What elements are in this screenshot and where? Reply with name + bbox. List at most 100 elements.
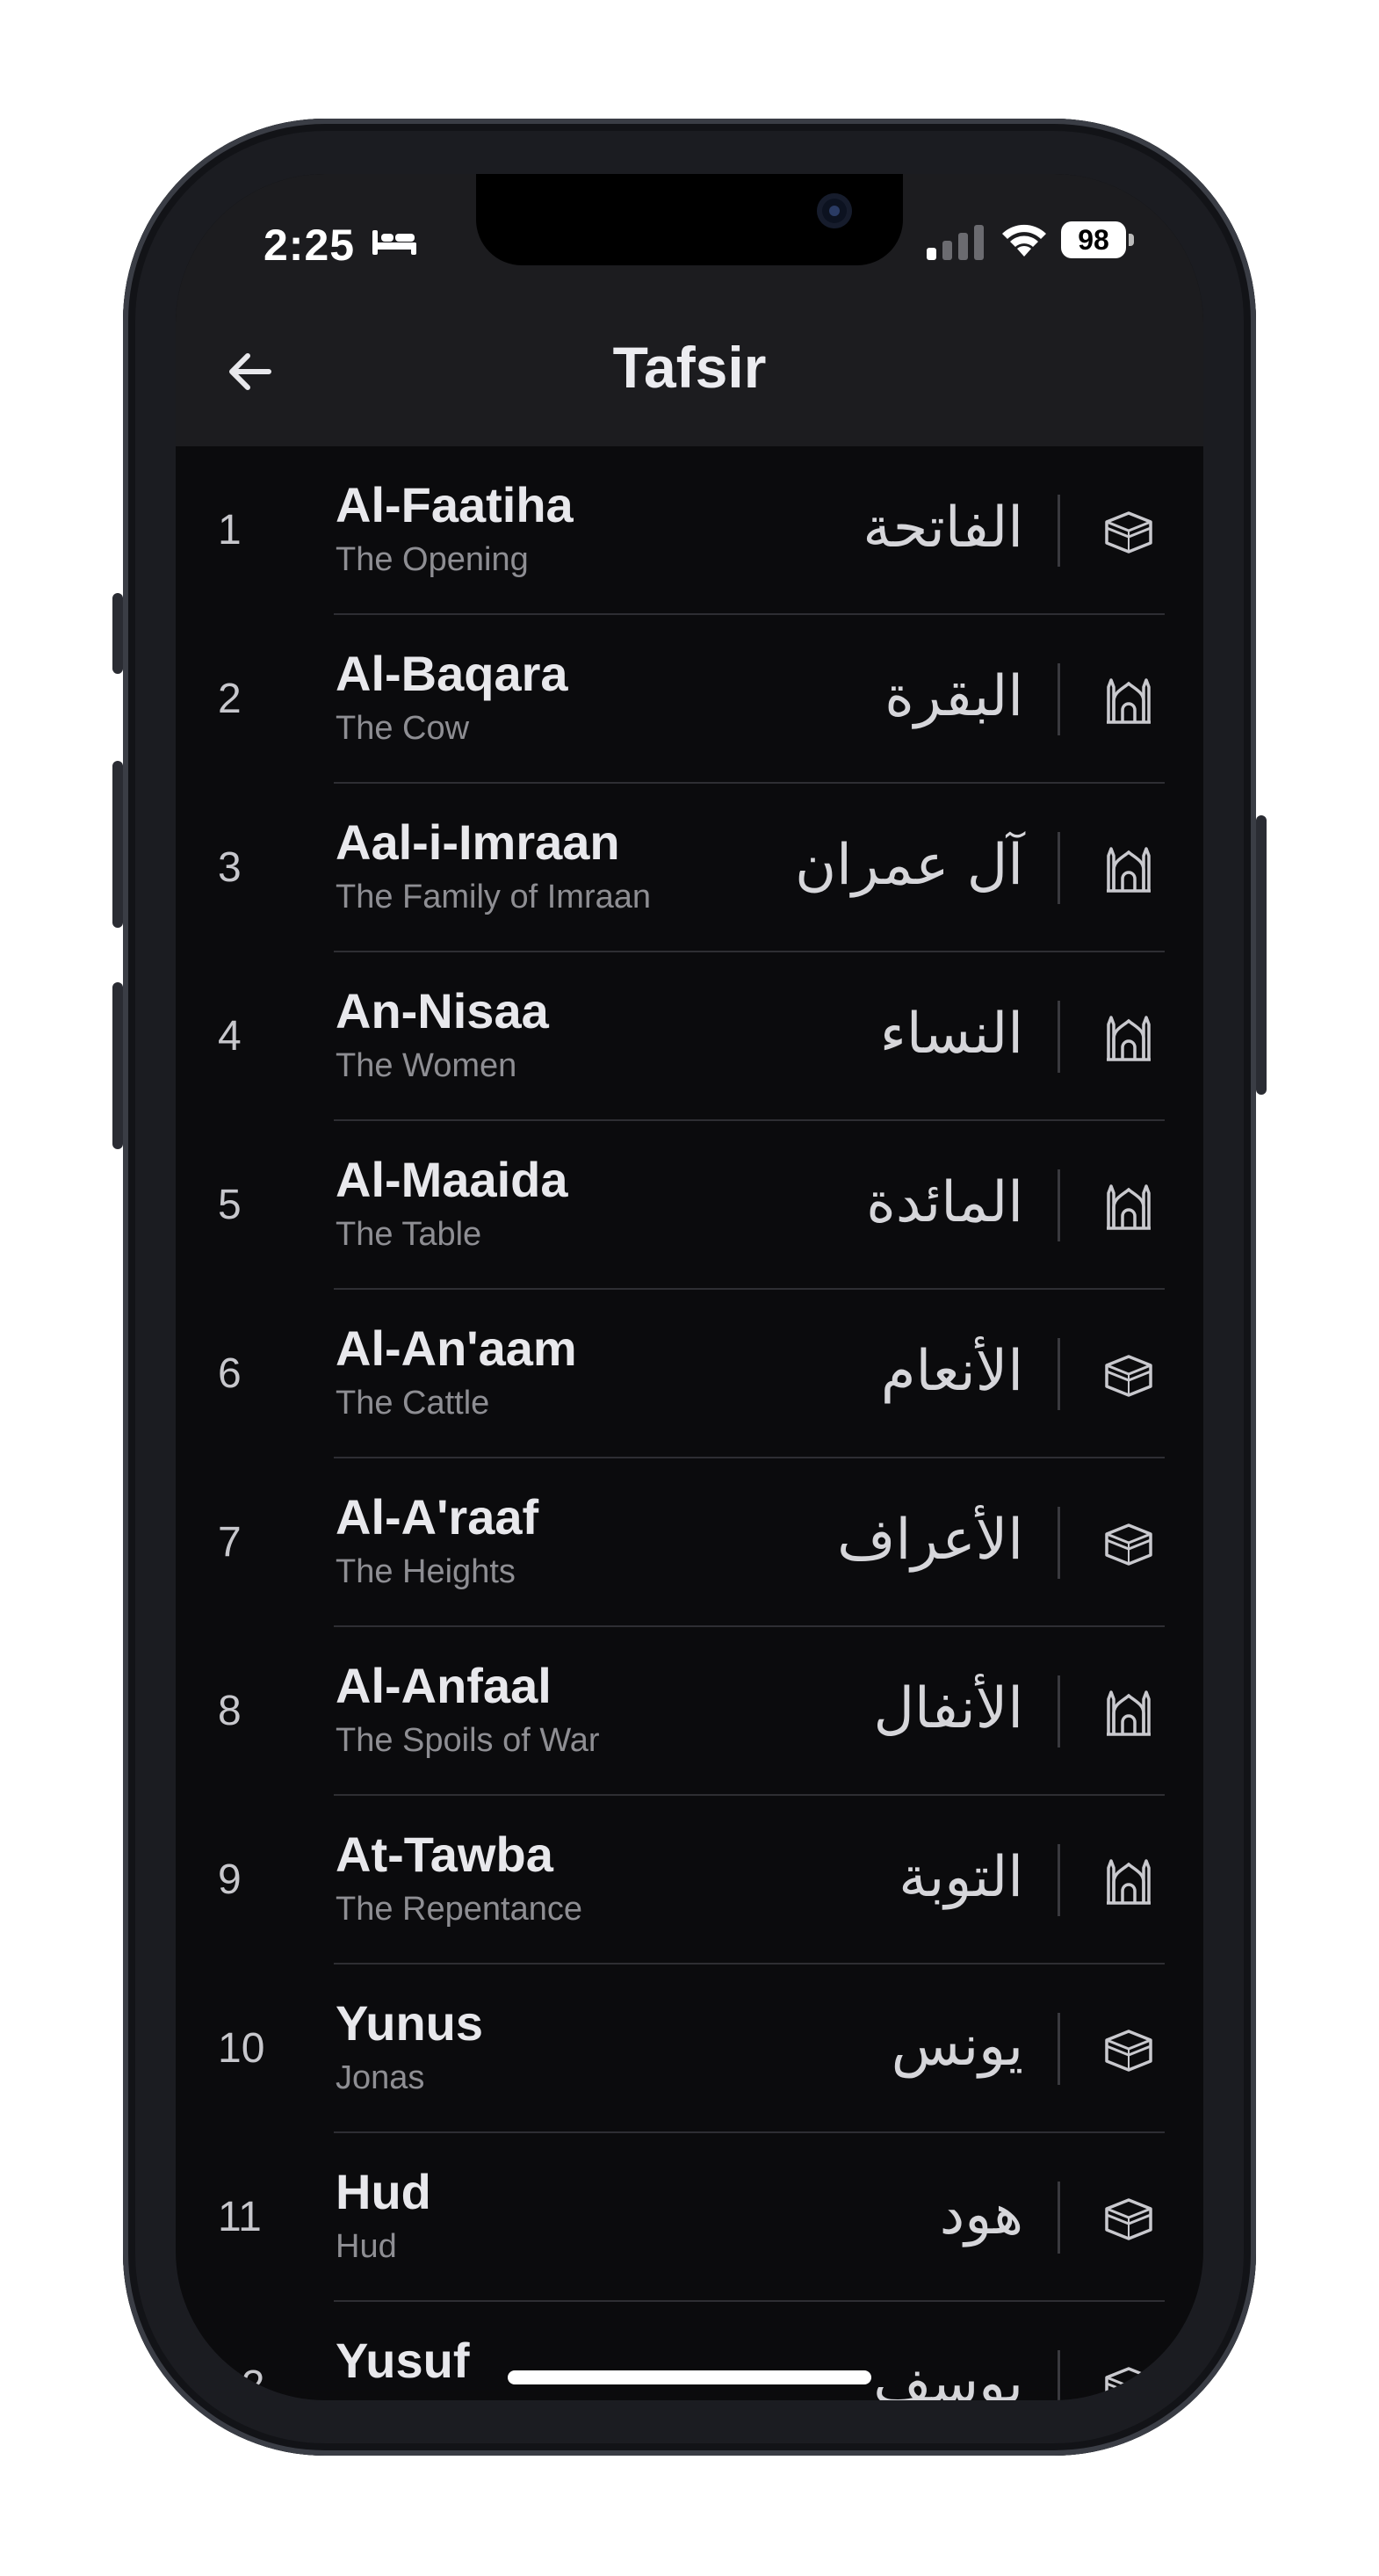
top-bar: 2:25 98 Tafsir [176, 174, 1203, 446]
surah-name: Aal-i-Imraan [336, 814, 620, 870]
list-item[interactable]: 10 Yunus Jonas يونس [176, 1965, 1203, 2133]
surah-arabic-name: الأعراف [837, 1508, 1023, 1573]
surah-number: 2 [218, 676, 242, 722]
surah-number: 9 [218, 1856, 242, 1903]
surah-arabic-name: آل عمران [795, 833, 1023, 898]
list-item[interactable]: 8 Al-Anfaal The Spoils of War الأنفال [176, 1627, 1203, 1796]
surah-translation: Joseph [336, 2397, 444, 2400]
surah-arabic-name: الأنفال [873, 1676, 1023, 1741]
surah-name: At-Tawba [336, 1827, 553, 1882]
surah-number: 1 [218, 507, 242, 554]
surah-translation: The Cattle [336, 1385, 490, 1422]
list-item[interactable]: 7 Al-A'raaf The Heights الأعراف [176, 1458, 1203, 1627]
surah-translation: Hud [336, 2228, 397, 2265]
surah-name: Al-Anfaal [336, 1658, 552, 1713]
surah-number: 10 [218, 2025, 265, 2072]
surah-name: Al-An'aam [336, 1321, 577, 1376]
list-item[interactable]: 1 Al-Faatiha The Opening الفاتحة [176, 446, 1203, 615]
divider [1058, 2013, 1060, 2085]
list-item[interactable]: 11 Hud Hud هود [176, 2133, 1203, 2302]
divider [1058, 1844, 1060, 1916]
surah-translation: The Repentance [336, 1891, 582, 1928]
surah-translation: The Family of Imraan [336, 879, 651, 915]
kaaba-icon [1101, 1348, 1156, 1402]
page-title: Tafsir [612, 335, 767, 400]
kaaba-icon [1101, 2191, 1156, 2246]
power-button [1256, 815, 1267, 1095]
kaaba-icon [1101, 2360, 1156, 2400]
screen: 2:25 98 Tafsir 1 Al-Faatiha The Opening الف… [176, 174, 1203, 2400]
surah-arabic-name: هود [939, 2182, 1023, 2247]
surah-arabic-name: النساء [879, 1002, 1023, 1067]
list-item[interactable]: 9 At-Tawba The Repentance التوبة [176, 1796, 1203, 1965]
surah-number: 3 [218, 844, 242, 891]
mosque-icon [1101, 1010, 1156, 1065]
mosque-icon [1101, 1685, 1156, 1740]
surah-translation: The Heights [336, 1553, 516, 1590]
battery-tip [1129, 234, 1134, 246]
surah-name: Al-Faatiha [336, 477, 574, 532]
divider [1058, 1338, 1060, 1410]
surah-arabic-name: الفاتحة [863, 496, 1023, 561]
list-item[interactable]: 6 Al-An'aam The Cattle الأنعام [176, 1290, 1203, 1458]
surah-name: Al-A'raaf [336, 1489, 539, 1545]
divider [1058, 1675, 1060, 1747]
notch [476, 174, 903, 265]
surah-number: 5 [218, 1182, 242, 1228]
surah-number: 7 [218, 1519, 242, 1566]
cellular-signal-icon [927, 225, 984, 260]
list-item[interactable]: 4 An-Nisaa The Women النساء [176, 952, 1203, 1121]
divider [1058, 1507, 1060, 1579]
mosque-icon [1101, 842, 1156, 896]
divider [1058, 832, 1060, 904]
list-item[interactable]: 12 Yusuf Joseph يوسف [176, 2302, 1203, 2400]
surah-number: 12 [218, 2363, 265, 2400]
surah-name: Yunus [336, 1995, 484, 2051]
battery-indicator: 98 [1061, 221, 1126, 258]
kaaba-icon [1101, 1516, 1156, 1571]
bed-icon [372, 230, 416, 255]
surah-arabic-name: المائدة [866, 1170, 1023, 1235]
kaaba-icon [1101, 2022, 1156, 2077]
surah-number: 4 [218, 1013, 242, 1060]
volume-up-button [112, 761, 123, 928]
surah-arabic-name: التوبة [899, 1845, 1023, 1910]
list-item[interactable]: 2 Al-Baqara The Cow البقرة [176, 615, 1203, 784]
divider [1058, 2182, 1060, 2254]
mosque-icon [1101, 1854, 1156, 1908]
surah-translation: The Cow [336, 710, 470, 747]
surah-number: 6 [218, 1350, 242, 1397]
surah-name: Al-Baqara [336, 646, 568, 701]
list-item[interactable]: 5 Al-Maaida The Table المائدة [176, 1121, 1203, 1290]
surah-number: 11 [218, 2194, 262, 2240]
camera-icon [817, 193, 852, 228]
surah-translation: The Opening [336, 541, 529, 578]
surah-name: Hud [336, 2164, 431, 2219]
volume-down-button [112, 982, 123, 1149]
wifi-icon [1002, 224, 1046, 257]
mute-switch [112, 593, 123, 674]
surah-arabic-name: الأنعام [880, 1339, 1023, 1404]
divider [1058, 2350, 1060, 2400]
surah-arabic-name: البقرة [884, 664, 1023, 729]
divider [1058, 663, 1060, 735]
surah-arabic-name: يوسف [873, 2351, 1023, 2400]
surah-translation: The Table [336, 1216, 482, 1253]
divider [1058, 1001, 1060, 1073]
surah-name: Al-Maaida [336, 1152, 568, 1207]
home-indicator[interactable] [508, 2370, 871, 2384]
mosque-icon [1101, 1179, 1156, 1234]
kaaba-icon [1101, 504, 1156, 559]
divider [1058, 495, 1060, 567]
surah-number: 8 [218, 1688, 242, 1734]
surah-translation: The Women [336, 1047, 517, 1084]
surah-translation: The Spoils of War [336, 1722, 600, 1759]
status-time: 2:25 [264, 221, 356, 270]
surah-name: Yusuf [336, 2333, 470, 2388]
list-item[interactable]: 3 Aal-i-Imraan The Family of Imraan آل عمرا… [176, 784, 1203, 952]
divider [1058, 1169, 1060, 1241]
surah-name: An-Nisaa [336, 983, 549, 1038]
surah-translation: Jonas [336, 2059, 425, 2096]
surah-arabic-name: يونس [891, 2014, 1023, 2079]
mosque-icon [1101, 673, 1156, 727]
